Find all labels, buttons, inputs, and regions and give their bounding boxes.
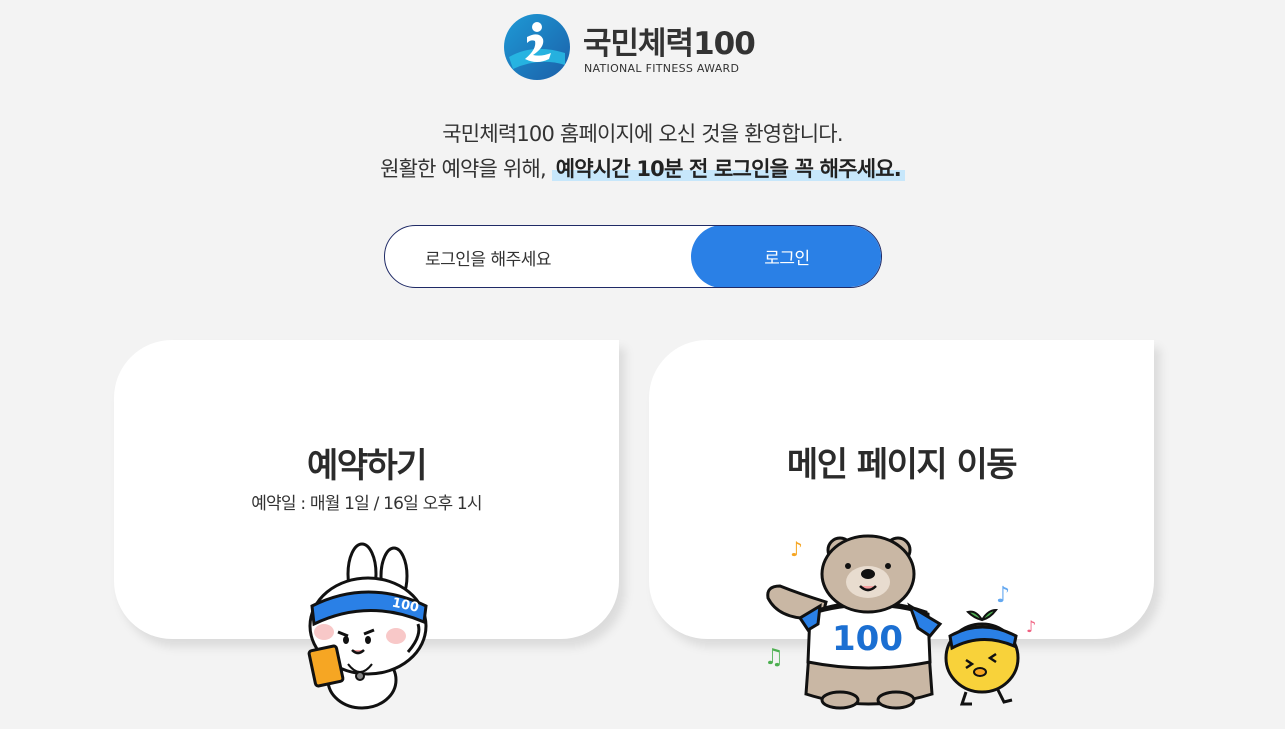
logo-emblem-icon (504, 14, 570, 80)
login-box: 로그인을 해주세요 로그인 (384, 225, 882, 288)
svg-text:♪: ♪ (1026, 617, 1036, 636)
rabbit-mascot-icon: 100 (307, 542, 428, 710)
site-logo[interactable]: 국민체력100 NATIONAL FITNESS AWARD (503, 12, 773, 80)
reserve-card-title: 예약하기 (306, 446, 428, 486)
welcome-line-1: 국민체력100 홈페이지에 오신 것을 환영합니다. (442, 122, 843, 146)
login-notice-highlight: 예약시간 10분 전 로그인을 꼭 해주세요. (551, 157, 905, 181)
svg-text:♫: ♫ (764, 645, 784, 670)
logo-title: 국민체력100 (583, 26, 756, 62)
bear-shirt-number: 100 (832, 619, 903, 659)
reserve-card-subtitle: 예약일 : 매월 1일 / 16일 오후 1시 (251, 494, 482, 514)
logo-subtitle: NATIONAL FITNESS AWARD (584, 62, 740, 75)
main-page-card-title: 메인 페이지 이동 (786, 445, 1018, 485)
welcome-message: 국민체력100 홈페이지에 오신 것을 환영합니다. 원활한 예약을 위해, 예… (0, 117, 1285, 187)
welcome-line-2: 원활한 예약을 위해, 예약시간 10분 전 로그인을 꼭 해주세요. (0, 152, 1285, 187)
svg-text:♪: ♪ (996, 583, 1010, 608)
login-button[interactable]: 로그인 (691, 226, 881, 287)
welcome-line-2-prefix: 원활한 예약을 위해, (380, 157, 547, 181)
login-prompt: 로그인을 해주세요 (425, 250, 552, 270)
bear-and-chick-mascot-icon: ♪ ♫ ♪ ♪ 100 (764, 534, 1036, 710)
svg-text:♪: ♪ (790, 537, 803, 561)
